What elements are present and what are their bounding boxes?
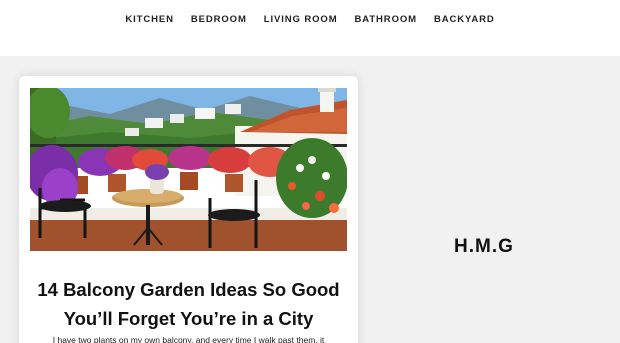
- article-title-line-1[interactable]: 14 Balcony Garden Ideas So Good: [37, 279, 339, 300]
- article-hero-image[interactable]: [30, 88, 347, 251]
- article-title[interactable]: 14 Balcony Garden Ideas So Good You’ll F…: [19, 275, 358, 333]
- article-card[interactable]: 14 Balcony Garden Ideas So Good You’ll F…: [19, 76, 358, 343]
- balcony-garden-illustration: [30, 88, 347, 251]
- nav-item-bedroom[interactable]: BEDROOM: [191, 14, 247, 25]
- site-logo[interactable]: H.M.G: [454, 236, 514, 258]
- nav-item-backyard[interactable]: BACKYARD: [434, 14, 495, 25]
- nav-item-bathroom[interactable]: BATHROOM: [355, 14, 417, 25]
- main-menu: KITCHEN BEDROOM LIVING ROOM BATHROOM BAC…: [0, 14, 620, 25]
- nav-item-living-room[interactable]: LIVING ROOM: [264, 14, 338, 25]
- article-excerpt: I have two plants on my own balcony, and…: [52, 335, 325, 343]
- top-navigation-bar: KITCHEN BEDROOM LIVING ROOM BATHROOM BAC…: [0, 0, 620, 56]
- article-title-line-2[interactable]: You’ll Forget You’re in a City: [64, 308, 314, 329]
- nav-item-kitchen[interactable]: KITCHEN: [125, 14, 174, 25]
